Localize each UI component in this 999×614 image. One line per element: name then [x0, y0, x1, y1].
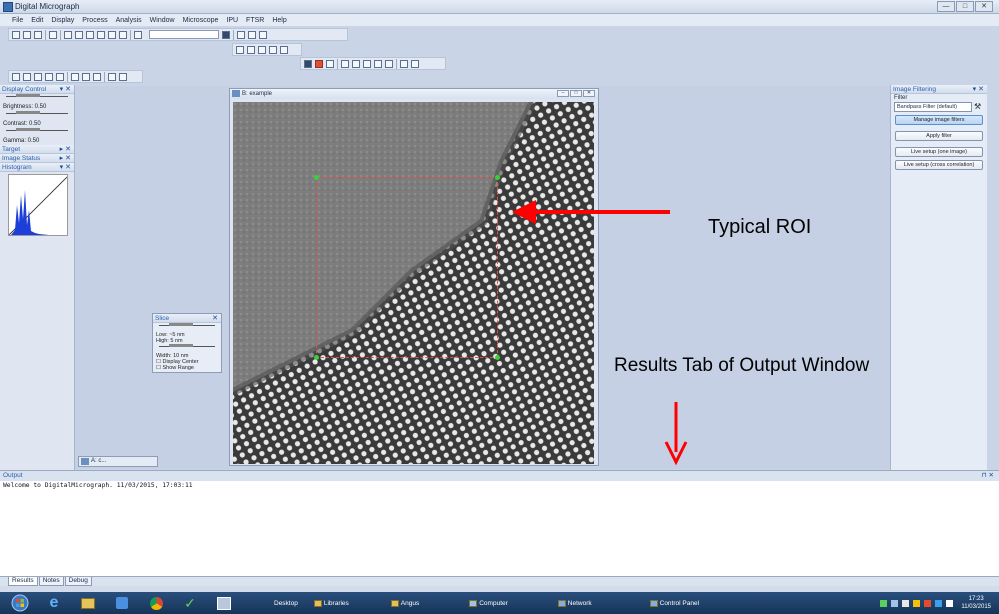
taskbar: e ✓ Desktop Libraries Angus Computer Net…: [0, 592, 999, 614]
libraries-label: Libraries: [323, 599, 349, 607]
slice-slider[interactable]: [159, 323, 215, 330]
output-window: Output ⊓ ✕ Welcome to DigitalMicrograph.…: [0, 470, 999, 576]
filter-select-value: Bandpass Filter (default): [897, 104, 957, 110]
show-range-checkbox[interactable]: ☐ Show Range: [153, 365, 221, 371]
clock[interactable]: 17:23 11/03/2015: [961, 592, 991, 614]
clock-time: 17:23: [968, 596, 984, 602]
output-controls-icon[interactable]: ⊓ ✕: [982, 471, 994, 481]
control-panel-label: Control Panel: [659, 599, 700, 607]
roi-annotation-label: Typical ROI: [708, 216, 812, 238]
panel-controls-icon[interactable]: ▾ ✕: [973, 85, 984, 94]
folder-icon: [390, 599, 399, 607]
output-text[interactable]: Welcome to DigitalMicrograph. 11/03/2015…: [0, 481, 999, 490]
tools-icon[interactable]: ⚒: [974, 102, 984, 112]
slice-palette[interactable]: Slice ✕ Low: ~5 nm High: 5 nm Width: 10 …: [152, 313, 222, 373]
minimized-window[interactable]: A: c...: [78, 456, 158, 467]
taskbar-angus[interactable]: Angus: [385, 594, 425, 612]
tray-icon[interactable]: [924, 599, 931, 607]
image-filtering-title: Image Filtering: [893, 86, 936, 93]
filter-select[interactable]: Bandpass Filter (default): [894, 102, 972, 112]
close-icon[interactable]: ✕: [212, 314, 218, 323]
app-icon[interactable]: ✓: [176, 593, 204, 613]
roi-arrow-head: [512, 200, 536, 224]
explorer-icon[interactable]: [74, 593, 102, 613]
slice-title: Slice: [155, 315, 170, 322]
tab-debug[interactable]: Debug: [64, 577, 92, 586]
taskbar-desktop[interactable]: Desktop: [268, 594, 304, 612]
windows-orb-icon: [11, 594, 29, 612]
slice-width-slider[interactable]: [159, 344, 215, 351]
tray-icon[interactable]: [880, 599, 887, 607]
live-setup-cross-button[interactable]: Live setup (cross correlation): [895, 160, 983, 170]
folder-icon: [313, 599, 322, 607]
chrome-icon[interactable]: [142, 593, 170, 613]
tray-icon[interactable]: [935, 599, 942, 607]
filter-label: Filter: [894, 95, 908, 101]
computer-icon: [469, 599, 478, 607]
output-title: Output: [3, 472, 23, 479]
minimized-window-title: A: c...: [91, 458, 107, 464]
system-tray: [880, 599, 953, 607]
angus-label: Angus: [400, 599, 420, 607]
media-player-icon[interactable]: [108, 593, 136, 613]
show-range-label: Show Range: [162, 365, 194, 371]
tray-icon[interactable]: [902, 599, 909, 607]
live-setup-one-button[interactable]: Live setup (one image): [895, 147, 983, 157]
digital-micrograph-task-icon[interactable]: [210, 593, 238, 613]
network-label: Network: [567, 599, 592, 607]
volume-icon[interactable]: [946, 599, 953, 607]
tray-icon[interactable]: [913, 599, 920, 607]
image-icon: [81, 458, 89, 465]
manage-filters-button[interactable]: Manage image filters: [895, 115, 983, 125]
right-panel: Image Filtering ▾ ✕ Filter Bandpass Filt…: [890, 85, 987, 470]
control-panel-icon: [649, 599, 658, 607]
ie-icon[interactable]: e: [40, 593, 68, 613]
clock-date: 11/03/2015: [961, 604, 991, 610]
start-button[interactable]: [6, 593, 34, 613]
taskbar-computer[interactable]: Computer: [463, 594, 514, 612]
taskbar-control-panel[interactable]: Control Panel: [644, 594, 705, 612]
results-annotation-label: Results Tab of Output Window: [614, 355, 870, 376]
network-icon: [557, 599, 566, 607]
tab-notes[interactable]: Notes: [38, 577, 64, 586]
apply-filter-button[interactable]: Apply filter: [895, 131, 983, 141]
tab-results[interactable]: Results: [8, 577, 38, 586]
desktop-label: Desktop: [274, 599, 298, 607]
computer-label: Computer: [479, 599, 508, 607]
output-header: Output ⊓ ✕: [0, 471, 999, 481]
tray-icon[interactable]: [891, 599, 898, 607]
image-filtering-header[interactable]: Image Filtering ▾ ✕: [891, 85, 987, 94]
taskbar-libraries[interactable]: Libraries: [308, 594, 355, 612]
slice-header[interactable]: Slice ✕: [153, 314, 221, 323]
taskbar-network[interactable]: Network: [552, 594, 598, 612]
output-tabs: Results Notes Debug: [0, 576, 999, 586]
